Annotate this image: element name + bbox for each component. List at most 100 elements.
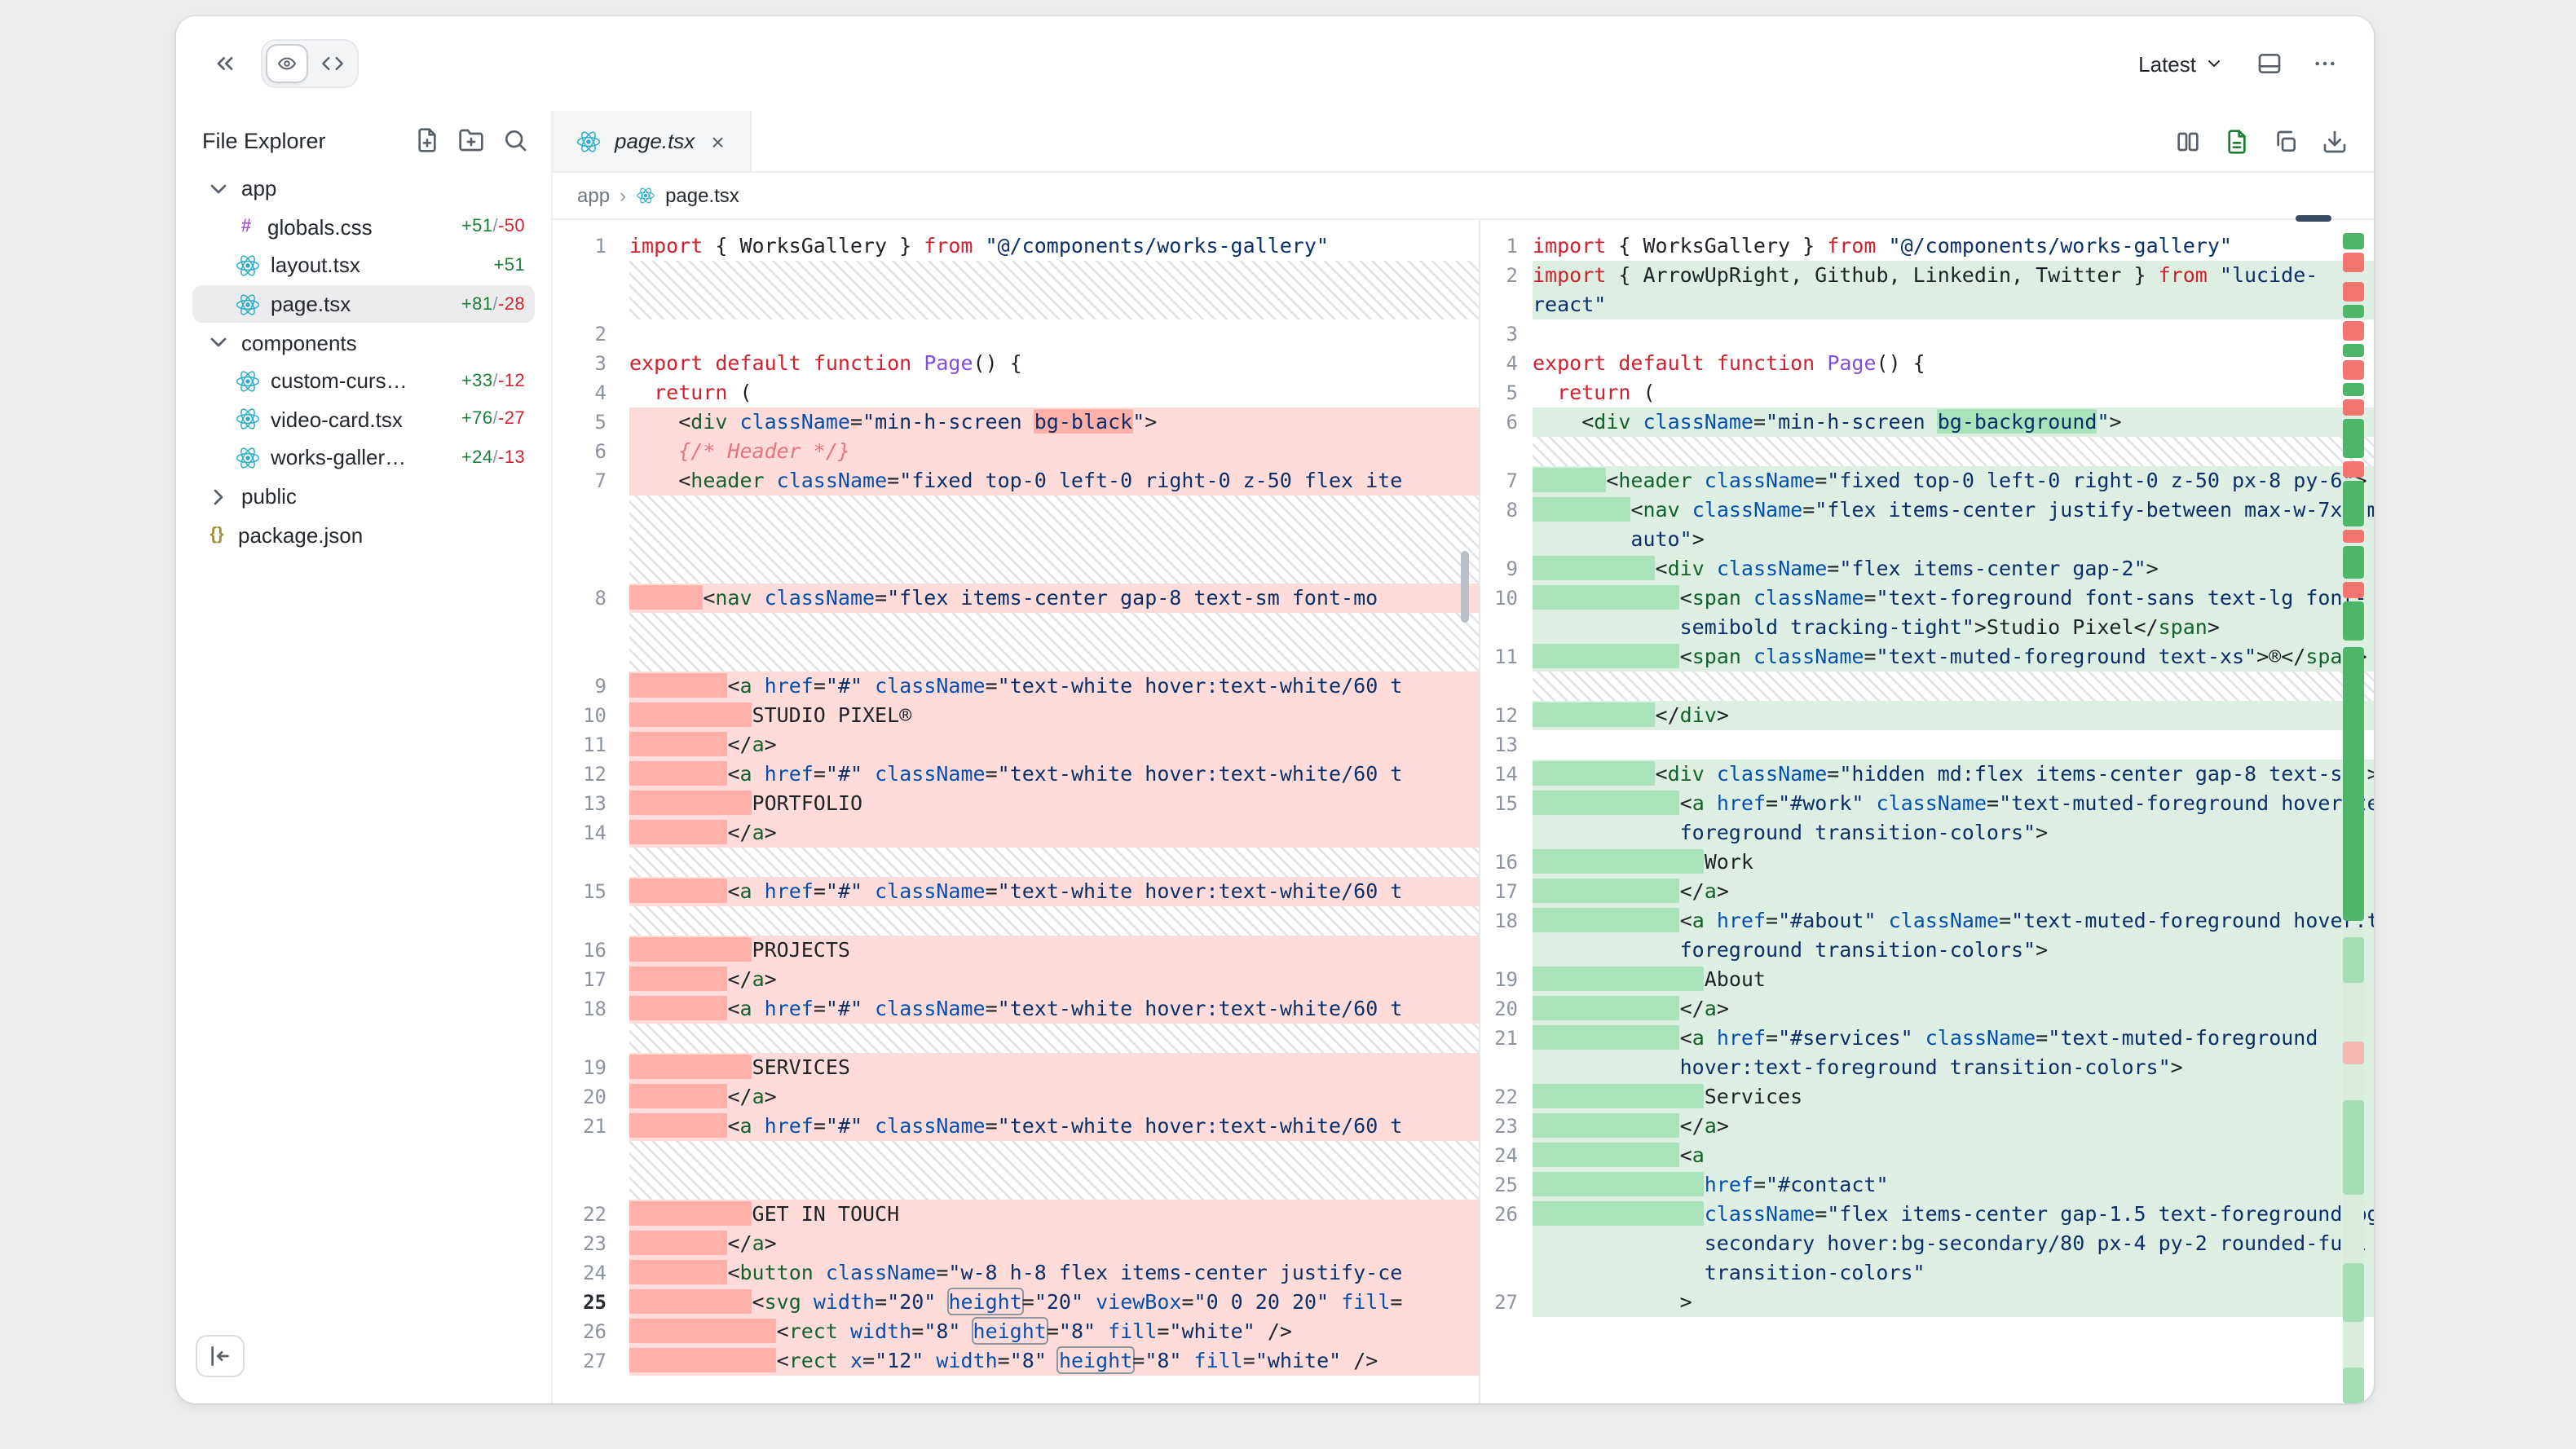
code-line-15[interactable]: 15 <a href="#" className="text-white hov… xyxy=(553,877,1479,906)
tab-bar: page.tsx × xyxy=(553,111,2374,173)
code-line-19[interactable]: 19 SERVICES xyxy=(553,1053,1479,1082)
code-line-22[interactable]: 22 Services xyxy=(1480,1082,2374,1112)
code-line-13[interactable]: 13 xyxy=(1480,730,2374,760)
code-line-16[interactable]: 16 Work xyxy=(1480,848,2374,877)
code-line-20[interactable]: 20 </a> xyxy=(1480,994,2374,1024)
code-line-9[interactable]: 9 <a href="#" className="text-white hove… xyxy=(553,672,1479,701)
download-button[interactable] xyxy=(2320,127,2348,155)
code-line-23[interactable]: 23 </a> xyxy=(553,1229,1479,1258)
code-line-22[interactable]: 22 GET IN TOUCH xyxy=(553,1200,1479,1229)
code-line-12[interactable]: 12 </div> xyxy=(1480,701,2374,730)
code-line-18[interactable]: 18 <a href="#" className="text-white hov… xyxy=(553,994,1479,1024)
code-line-18[interactable]: 18 <a href="#about" className="text-mute… xyxy=(1480,906,2374,965)
folder-app[interactable]: app xyxy=(192,170,535,208)
code-line-26[interactable]: 26 <rect width="8" height="8" fill="whit… xyxy=(553,1317,1479,1346)
code-line-17[interactable]: 17 </a> xyxy=(1480,877,2374,906)
view-changes-button[interactable] xyxy=(2222,127,2250,155)
code-line-17[interactable]: 17 </a> xyxy=(553,965,1479,994)
file-works-galler-[interactable]: works-galler…+24/-13 xyxy=(192,438,535,477)
minimap-mark xyxy=(2343,582,2364,598)
file-custom-curs-[interactable]: custom-curs…+33/-12 xyxy=(192,362,535,400)
code-line-15[interactable]: 15 <a href="#work" className="text-muted… xyxy=(1480,789,2374,848)
code-line-25[interactable]: 25 href="#contact" xyxy=(1480,1170,2374,1200)
code-line-14[interactable]: 14 </a> xyxy=(553,818,1479,848)
code-line-19[interactable]: 19 About xyxy=(1480,965,2374,994)
folder-components[interactable]: components xyxy=(192,324,535,362)
close-tab-icon[interactable]: × xyxy=(708,130,727,152)
more-options-button[interactable] xyxy=(2305,44,2344,83)
code-line-3[interactable]: 3 xyxy=(1480,319,2374,349)
file-package.json[interactable]: {}package.json xyxy=(192,516,535,554)
diff-stats: +33/-12 xyxy=(461,372,525,391)
breadcrumb-file[interactable]: page.tsx xyxy=(665,184,739,207)
folder-public[interactable]: public xyxy=(192,478,535,516)
code-line-20[interactable]: 20 </a> xyxy=(553,1082,1479,1112)
code-line-2[interactable]: 2 xyxy=(553,319,1479,349)
code-line-4[interactable]: 4 return ( xyxy=(553,378,1479,407)
code-line-8[interactable]: 8 <nav className="flex items-center gap-… xyxy=(553,584,1479,613)
line-number: 20 xyxy=(1480,994,1533,1024)
code-line-7[interactable]: 7 <header className="fixed top-0 left-0 … xyxy=(553,466,1479,495)
code-line-2[interactable]: 2import { ArrowUpRight, Github, Linkedin… xyxy=(1480,261,2374,319)
code-line-24[interactable]: 24 <button className="w-8 h-8 flex items… xyxy=(553,1258,1479,1288)
line-number: 6 xyxy=(553,437,629,466)
file-page.tsx[interactable]: page.tsx+81/-28 xyxy=(192,285,535,324)
code-line-16[interactable]: 16 PROJECTS xyxy=(553,936,1479,965)
new-folder-button[interactable] xyxy=(458,127,484,153)
version-dropdown[interactable]: Latest xyxy=(2128,50,2234,77)
scrollbar-thumb[interactable] xyxy=(1461,551,1469,623)
code-line-4[interactable]: 4export default function Page() { xyxy=(1480,349,2374,378)
code-line-9[interactable]: 9 <div className="flex items-center gap-… xyxy=(1480,554,2374,584)
code-line-5[interactable]: 5 return ( xyxy=(1480,378,2374,407)
code-line-12[interactable]: 12 <a href="#" className="text-white hov… xyxy=(553,760,1479,789)
code-line-24[interactable]: 24 <a xyxy=(1480,1141,2374,1170)
minimap-mark xyxy=(2343,399,2364,416)
file-video-card.tsx[interactable]: video-card.tsx+76/-27 xyxy=(192,400,535,438)
code-line-3[interactable]: 3export default function Page() { xyxy=(553,349,1479,378)
code-line-6[interactable]: 6 {/* Header */} xyxy=(553,437,1479,466)
code-line-7[interactable]: 7 <header className="fixed top-0 left-0 … xyxy=(1480,466,2374,495)
preview-toggle-button[interactable] xyxy=(266,44,308,83)
diff-minimap[interactable] xyxy=(2343,227,2364,1394)
layout-panel-button[interactable] xyxy=(2250,44,2289,83)
code-line-23[interactable]: 23 </a> xyxy=(1480,1112,2374,1141)
code-line-21[interactable]: 21 <a href="#" className="text-white hov… xyxy=(553,1112,1479,1141)
code-line-1[interactable]: 1import { WorksGallery } from "@/compone… xyxy=(1480,231,2374,261)
line-number: 9 xyxy=(1480,554,1533,584)
code-line-25[interactable]: 25 <svg width="20" height="20" viewBox="… xyxy=(553,1288,1479,1317)
code-line-14[interactable]: 14 <div className="hidden md:flex items-… xyxy=(1480,760,2374,789)
file-label: package.json xyxy=(238,522,363,547)
version-label: Latest xyxy=(2138,51,2196,76)
line-number xyxy=(553,906,629,936)
minimap-mark xyxy=(2343,344,2364,357)
breadcrumb-folder[interactable]: app xyxy=(577,184,610,207)
code-line-26[interactable]: 26 className="flex items-center gap-1.5 … xyxy=(1480,1200,2374,1288)
code-line-10[interactable]: 10 <span className="text-foreground font… xyxy=(1480,584,2374,642)
file-globals.css[interactable]: #globals.css+51/-50 xyxy=(192,208,535,246)
code-line-6[interactable]: 6 <div className="min-h-screen bg-backgr… xyxy=(1480,407,2374,437)
code-line-5[interactable]: 5 <div className="min-h-screen bg-black"… xyxy=(553,407,1479,437)
search-files-button[interactable] xyxy=(502,127,528,153)
code-line-10[interactable]: 10 STUDIO PIXEL® xyxy=(553,701,1479,730)
copy-icon xyxy=(2272,128,2298,154)
collapse-panel-button[interactable] xyxy=(205,44,245,83)
file-layout.tsx[interactable]: layout.tsx+51 xyxy=(192,246,535,284)
line-number: 13 xyxy=(1480,730,1533,760)
new-file-button[interactable] xyxy=(414,127,440,153)
code-line-1[interactable]: 1import { WorksGallery } from "@/compone… xyxy=(553,231,1479,261)
code-line-21[interactable]: 21 <a href="#services" className="text-m… xyxy=(1480,1024,2374,1082)
code-line-27[interactable]: 27 > xyxy=(1480,1288,2374,1317)
code-line-8[interactable]: 8 <nav className="flex items-center just… xyxy=(1480,495,2374,554)
code-line-13[interactable]: 13 PORTFOLIO xyxy=(553,789,1479,818)
tab-page-tsx[interactable]: page.tsx × xyxy=(553,111,752,171)
code-line-11[interactable]: 11 <span className="text-muted-foregroun… xyxy=(1480,642,2374,672)
collapse-sidebar-button[interactable] xyxy=(196,1335,245,1377)
breadcrumb-separator-icon: › xyxy=(620,184,626,207)
file-explorer-title: File Explorer xyxy=(202,128,414,152)
code-line-27[interactable]: 27 <rect x="12" width="8" height="8" fil… xyxy=(553,1346,1479,1376)
copy-code-button[interactable] xyxy=(2271,127,2299,155)
split-view-button[interactable] xyxy=(2173,127,2201,155)
code-toggle-button[interactable] xyxy=(311,44,354,83)
code-line-11[interactable]: 11 </a> xyxy=(553,730,1479,760)
line-number xyxy=(553,261,629,319)
